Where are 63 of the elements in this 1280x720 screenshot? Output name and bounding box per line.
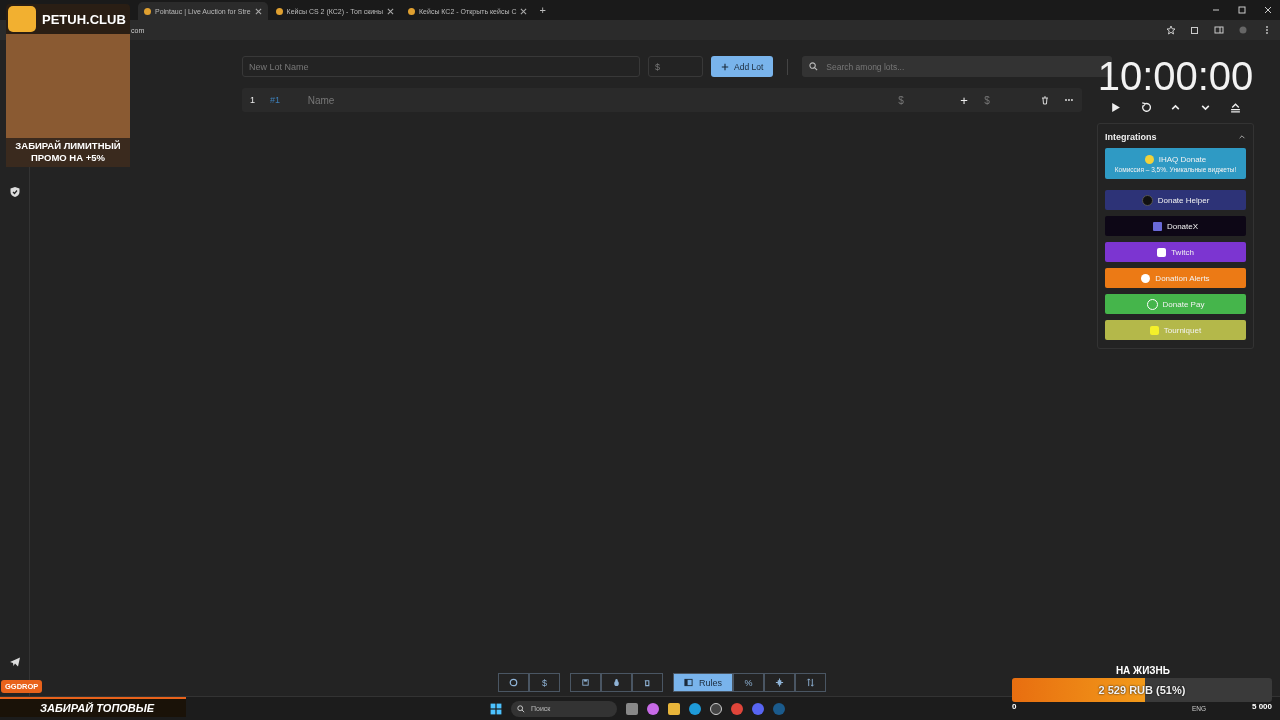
chevron-icon[interactable]: [1238, 133, 1246, 141]
split-icon: [775, 678, 784, 687]
shield-icon[interactable]: [8, 186, 21, 198]
service-logo-icon: [1141, 273, 1151, 283]
service-logo-icon: [1149, 325, 1159, 335]
eject-icon[interactable]: [1229, 102, 1241, 113]
minimize-icon[interactable]: [1212, 6, 1220, 14]
integration-button[interactable]: Donate Helper: [1105, 190, 1246, 210]
integration-button[interactable]: DonateX: [1105, 216, 1246, 236]
favicon-icon: [144, 7, 151, 15]
close-icon[interactable]: [1264, 6, 1272, 14]
lot-id: #1: [269, 95, 281, 105]
lot-amount-input[interactable]: $: [896, 93, 961, 107]
amount-field[interactable]: $: [648, 56, 703, 77]
toolbar-icon-button[interactable]: [570, 673, 601, 692]
search-icon: [809, 62, 819, 71]
maximize-icon[interactable]: [1238, 6, 1246, 14]
add-amount-input[interactable]: $: [982, 93, 1027, 107]
promo-text: ЗАБИРАЙ ЛИМИТНЫЙ ПРОМО НА +5%: [6, 138, 130, 167]
goal-title: НА ЖИЗНЬ: [1115, 665, 1170, 676]
toolbar-icon-button[interactable]: [498, 673, 529, 692]
service-logo-icon: [1141, 194, 1153, 206]
favicon-icon: [408, 7, 415, 15]
windows-start-icon[interactable]: [490, 702, 502, 715]
toolbar-button[interactable]: Rules: [673, 673, 733, 692]
profile-icon[interactable]: [1238, 25, 1248, 35]
close-icon[interactable]: [387, 7, 394, 15]
close-icon[interactable]: [520, 7, 528, 15]
play-icon[interactable]: [1110, 102, 1122, 113]
banner-text: ЗАБИРАЙ ТОПОВЫЕ: [0, 697, 186, 717]
new-tab-button[interactable]: +: [535, 4, 550, 16]
panel-icon: [684, 678, 693, 687]
close-icon[interactable]: [254, 7, 262, 15]
promo-brand: PETUH.CLUB: [42, 11, 126, 27]
integration-button[interactable]: Twitch: [1105, 242, 1246, 262]
goal-min: 0: [1012, 702, 1017, 711]
integrations-title: Integrations: [1105, 132, 1157, 142]
lot-row[interactable]: 1 #1 Name $ + $: [242, 88, 1082, 112]
lot-name-field[interactable]: New Lot Name: [242, 56, 640, 77]
search-icon: [517, 704, 525, 713]
plus-icon: [721, 62, 729, 71]
toolbar-button[interactable]: %: [733, 673, 764, 692]
add-lot-button[interactable]: Add Lot: [711, 56, 774, 77]
service-logo-icon: [1157, 247, 1167, 257]
service-logo-icon: [1152, 221, 1162, 231]
sort-icon: [806, 678, 815, 687]
extensions-icon[interactable]: [1190, 25, 1200, 35]
toolbar-icon-button[interactable]: [632, 673, 663, 692]
toolbar-button[interactable]: $: [529, 673, 560, 692]
star-icon[interactable]: [1166, 25, 1176, 35]
toolbar-icon-button[interactable]: [601, 673, 632, 692]
goal-max: 5 000: [1251, 702, 1272, 711]
send-icon[interactable]: [8, 656, 21, 668]
lot-name-input[interactable]: Name: [305, 93, 897, 107]
service-logo-icon: [1144, 154, 1154, 164]
favicon-icon: [275, 7, 283, 15]
restart-icon[interactable]: [1140, 102, 1152, 113]
toolbar-icon-button[interactable]: [764, 673, 795, 692]
add-amount-button[interactable]: +: [960, 92, 983, 108]
sidebar-icon[interactable]: [1214, 25, 1224, 35]
lot-index: 1: [250, 95, 256, 105]
toolbar-icon-button[interactable]: [795, 673, 826, 692]
save-icon: [581, 678, 590, 687]
